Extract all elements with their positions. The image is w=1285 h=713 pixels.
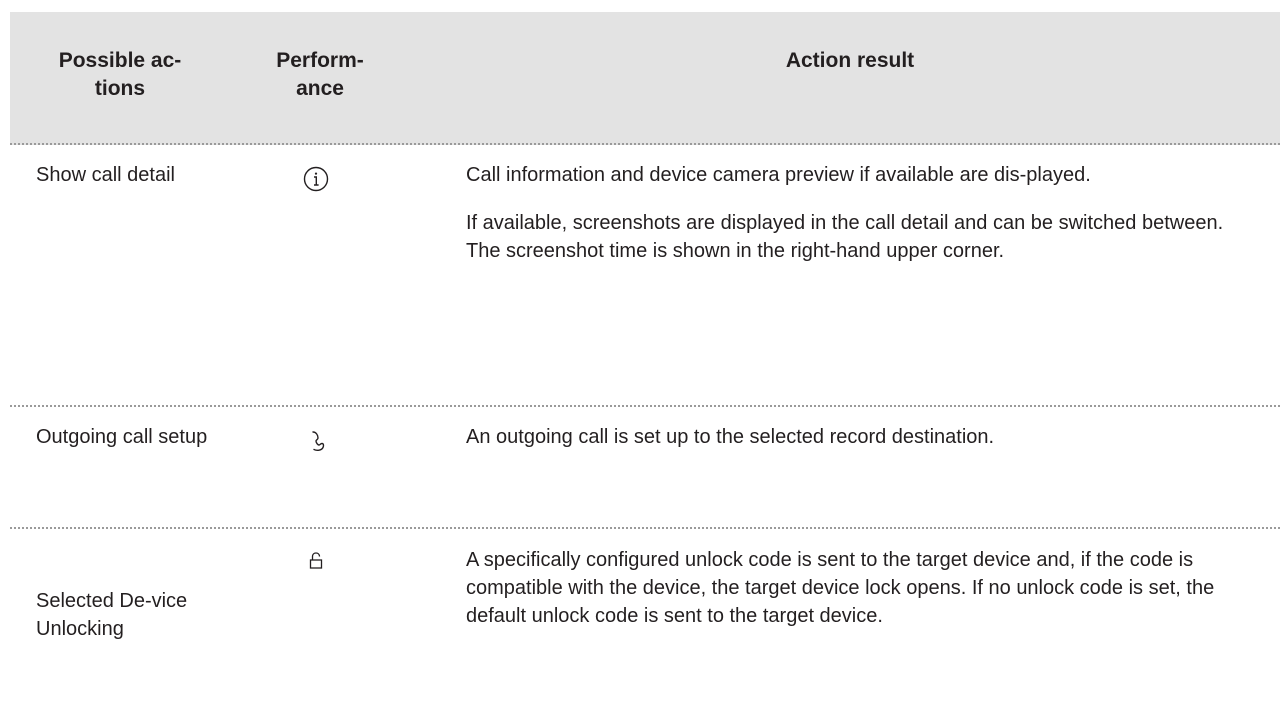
header-performance: Perform- ance — [276, 49, 364, 100]
action-label: Show call detail — [36, 164, 175, 186]
action-label: Selected De-vice Unlocking — [36, 590, 188, 640]
action-label: Outgoing call setup — [36, 426, 208, 448]
phone-handset-icon[interactable] — [300, 425, 332, 457]
action-result: A specifically configured unlock code is… — [466, 546, 1256, 630]
result-paragraph: If available, screenshots are displayed … — [466, 212, 1224, 262]
actions-table: Possible ac- tions Perform- ance Action … — [10, 12, 1280, 713]
info-circle-icon[interactable] — [300, 163, 332, 195]
header-possible-actions: Possible ac- tions — [58, 49, 182, 100]
action-result: Call information and device camera previ… — [466, 161, 1256, 265]
result-paragraph: An outgoing call is set up to the select… — [466, 426, 995, 448]
table-row: Selected De-vice Unlocking A specificall… — [10, 529, 1280, 713]
result-paragraph: A specifically configured unlock code is… — [466, 549, 1215, 627]
padlock-icon[interactable] — [300, 545, 332, 577]
table-row: Show call detail Call information and de… — [10, 145, 1280, 407]
header-action-result: Action result — [785, 49, 915, 72]
table-row: Outgoing call setup An outgoing call is … — [10, 407, 1280, 529]
result-paragraph: Call information and device camera previ… — [466, 164, 1091, 186]
table-header: Possible ac- tions Perform- ance Action … — [10, 12, 1280, 145]
action-result: An outgoing call is set up to the select… — [466, 423, 1256, 451]
